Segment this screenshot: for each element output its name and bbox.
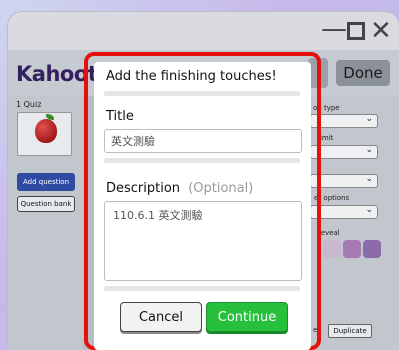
done-button[interactable]: Done <box>336 60 390 86</box>
apple-icon <box>35 119 57 143</box>
cancel-button[interactable]: Cancel <box>120 302 202 332</box>
question-bank-button[interactable]: Question bank <box>17 196 75 212</box>
continue-button[interactable]: Continue <box>206 302 288 332</box>
minimize-icon[interactable]: — <box>321 14 347 44</box>
chevron-down-icon: ⌄ <box>365 205 373 215</box>
title-bar: — ✕ <box>8 12 399 50</box>
title-input[interactable] <box>104 129 302 153</box>
question-thumbnail[interactable] <box>17 112 72 156</box>
description-label: Description (Optional) <box>106 181 253 196</box>
description-input[interactable]: 110.6.1 英文測驗 <box>104 201 302 281</box>
divider <box>104 286 300 291</box>
description-optional: (Optional) <box>188 181 254 196</box>
quiz-count-label: 1 Quiz <box>16 100 42 109</box>
reveal-option-pink[interactable] <box>343 240 361 258</box>
close-icon[interactable]: ✕ <box>370 16 392 46</box>
duplicate-button[interactable]: Duplicate <box>328 324 372 338</box>
description-label-text: Description <box>106 181 181 196</box>
chevron-down-icon: ⌄ <box>365 114 373 124</box>
divider <box>104 158 300 163</box>
chevron-down-icon: ⌄ <box>365 174 373 184</box>
maximize-icon[interactable] <box>347 16 365 40</box>
add-question-button[interactable]: Add question <box>17 173 75 191</box>
chevron-down-icon: ⌄ <box>365 145 373 155</box>
divider <box>104 91 300 96</box>
reveal-option-purple[interactable] <box>363 240 381 258</box>
image-reveal-label: reveal <box>318 229 340 237</box>
finishing-touches-dialog: Add the finishing touches! Title Descrip… <box>94 62 311 350</box>
reveal-option-apple[interactable] <box>323 240 341 258</box>
dialog-title: Add the finishing touches! <box>106 69 277 84</box>
title-label: Title <box>106 109 134 124</box>
